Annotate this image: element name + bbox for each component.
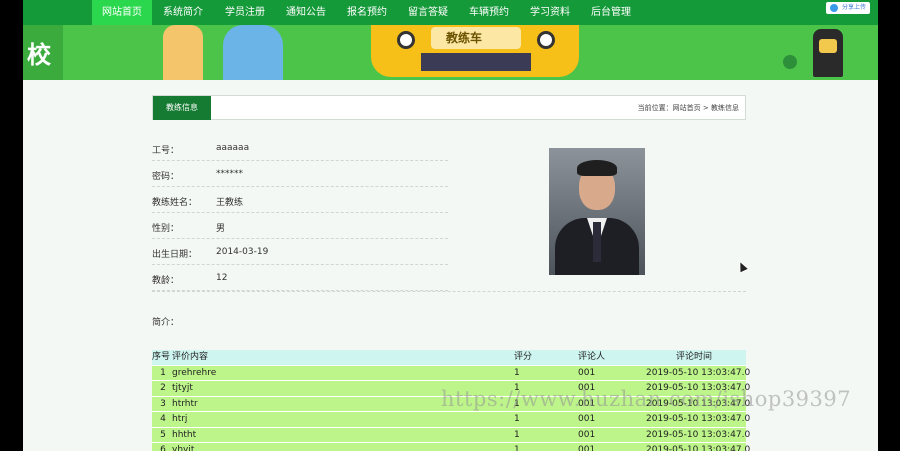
top-navigation: 网站首页 系统简介 学员注册 通知公告 报名预约 留言答疑 车辆预约 学习资料 … — [23, 0, 878, 25]
nav-item-student-register[interactable]: 学员注册 — [215, 0, 275, 25]
column-header-score: 评分 — [514, 352, 533, 362]
cell-index: 4 — [160, 414, 166, 424]
nav-item-study-materials[interactable]: 学习资料 — [520, 0, 580, 25]
intro-label: 简介： — [152, 318, 180, 328]
field-label: 教龄： — [152, 276, 180, 286]
cell-reviewer: 001 — [578, 429, 596, 440]
photo-hair — [577, 160, 617, 176]
field-label: 教练姓名： — [152, 198, 198, 208]
column-header-content: 评价内容 — [172, 352, 209, 362]
cell-index: 6 — [160, 445, 166, 451]
cell-time: 2019-05-10 13:03:47.0 — [646, 429, 751, 440]
table-row: 6 yhyjt 1 001 2019-05-10 13:03:47.0 — [152, 443, 750, 451]
column-header-index: 序号 — [152, 352, 171, 362]
website: 网站首页 系统简介 学员注册 通知公告 报名预约 留言答疑 车辆预约 学习资料 … — [23, 0, 878, 451]
field-label: 出生日期： — [152, 250, 198, 260]
field-coach-name: 教练姓名： 王教练 — [152, 187, 448, 213]
field-value: 男 — [216, 224, 226, 234]
cell-reviewer: 001 — [578, 414, 596, 424]
field-label: 密码： — [152, 172, 180, 182]
cell-score: 1 — [514, 429, 520, 440]
table-row: 1 grehrehre 1 001 2019-05-10 13:03:47.0 — [152, 365, 750, 381]
cell-content: grehrehre — [172, 367, 217, 378]
banner-car-light — [537, 31, 555, 49]
cell-reviewer: 001 — [578, 367, 596, 378]
nav-item-home[interactable]: 网站首页 — [92, 0, 152, 25]
banner-kid-illustration — [223, 25, 283, 80]
breadcrumb: 当前位置：网站首页 > 教练信息 — [637, 104, 739, 112]
cell-content: tjtyjt — [172, 383, 193, 393]
coach-photo — [549, 148, 645, 275]
cell-score: 1 — [514, 367, 520, 378]
nav-item-enroll[interactable]: 报名预约 — [337, 0, 397, 25]
column-header-time: 评论时间 — [676, 352, 713, 362]
banner-car-grille — [421, 53, 531, 71]
cell-index: 3 — [160, 398, 166, 409]
section-title-bar: 教练信息 当前位置：网站首页 > 教练信息 — [152, 95, 746, 120]
nav-item-admin[interactable]: 后台管理 — [581, 0, 641, 25]
field-value: 12 — [216, 273, 228, 283]
field-value: ****** — [216, 169, 243, 179]
main-content: 教练信息 当前位置：网站首页 > 教练信息 工号： aaaaaa 密码： ***… — [23, 80, 878, 451]
share-button[interactable]: 分享上传 — [825, 2, 870, 14]
field-value: 王教练 — [216, 198, 244, 208]
cell-index: 2 — [160, 383, 166, 393]
cell-content: yhyjt — [172, 445, 195, 451]
field-birth-date: 出生日期： 2014-03-19 — [152, 239, 448, 265]
cell-score: 1 — [514, 414, 520, 424]
section-title: 教练信息 — [153, 96, 211, 120]
divider — [152, 291, 746, 292]
cell-time: 2019-05-10 13:03:47.0 — [646, 445, 751, 451]
banner-image: 校 教练车 — [23, 25, 878, 80]
cell-content: htrhtr — [172, 398, 198, 409]
field-label: 性别： — [152, 224, 180, 234]
table-row: 4 htrj 1 001 2019-05-10 13:03:47.0 — [152, 412, 750, 428]
banner-figure — [813, 29, 843, 77]
nav-item-messages[interactable]: 留言答疑 — [398, 0, 458, 25]
field-employee-id: 工号： aaaaaa — [152, 135, 448, 161]
banner-car-light — [397, 31, 415, 49]
field-gender: 性别： 男 — [152, 213, 448, 239]
nav-item-notices[interactable]: 通知公告 — [276, 0, 336, 25]
field-value: 2014-03-19 — [216, 247, 269, 257]
banner-car-illustration: 教练车 — [371, 25, 579, 77]
table-header-row: 序号 评价内容 评分 评论人 评论时间 — [152, 350, 746, 366]
field-value: aaaaaa — [216, 143, 250, 153]
cell-score: 1 — [514, 445, 520, 451]
banner-figure-face — [819, 39, 837, 53]
banner-kid-illustration — [163, 25, 203, 80]
cell-time: 2019-05-10 13:03:47.0 — [646, 414, 751, 424]
field-label: 工号： — [152, 146, 180, 156]
cell-content: htrj — [172, 414, 188, 424]
nav-item-system-intro[interactable]: 系统简介 — [153, 0, 213, 25]
banner-logo-char: 校 — [27, 41, 51, 69]
column-header-reviewer: 评论人 — [578, 352, 606, 362]
cell-reviewer: 001 — [578, 445, 596, 451]
photo-tie — [593, 222, 601, 262]
cell-time: 2019-05-10 13:03:47.0 — [646, 367, 751, 378]
cell-index: 5 — [160, 429, 166, 440]
banner-car-label: 教练车 — [446, 31, 483, 45]
table-row: 5 hhtht 1 001 2019-05-10 13:03:47.0 — [152, 427, 750, 443]
nav-item-vehicle-booking[interactable]: 车辆预约 — [459, 0, 519, 25]
cell-index: 1 — [160, 367, 166, 378]
field-teaching-years: 教龄： 12 — [152, 265, 448, 291]
banner-tree — [783, 55, 797, 69]
watermark: https://www.huzhan.com/ishop39397 — [441, 387, 852, 411]
cell-content: hhtht — [172, 429, 197, 440]
field-password: 密码： ****** — [152, 161, 448, 187]
